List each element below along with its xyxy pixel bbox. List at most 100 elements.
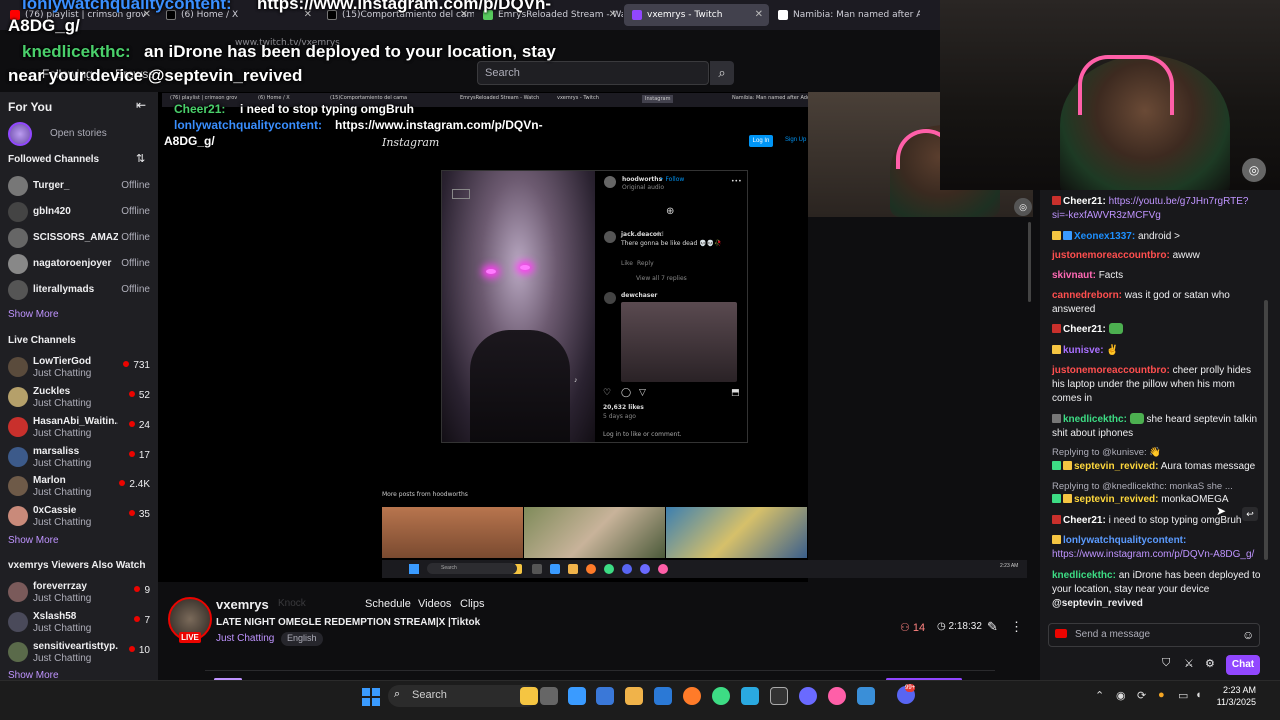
viewer-count: ⚇ 14 — [900, 622, 926, 634]
app-tray-icon[interactable]: ⟳ — [1137, 689, 1146, 702]
taskbar-search[interactable]: Search — [388, 685, 538, 707]
avatar — [8, 176, 28, 196]
badge-icon — [1052, 515, 1061, 524]
badge-icon — [1052, 414, 1061, 423]
chat-message: justonemoreaccountbro: awww — [1052, 250, 1200, 261]
pepe-emote-icon — [1129, 413, 1144, 424]
close-icon[interactable]: ✕ — [755, 9, 763, 20]
open-stories-link[interactable]: Open stories — [50, 128, 107, 139]
sort-icon[interactable]: ⇅ — [136, 152, 145, 165]
search-input[interactable]: Search — [477, 61, 709, 85]
avatar — [604, 292, 616, 304]
stream-overlay-text: A8DG_g/ — [8, 16, 80, 35]
stories-avatar[interactable] — [8, 122, 32, 146]
scrollbar[interactable] — [1028, 222, 1031, 302]
sidebar-channel[interactable]: gbln420 Offline — [0, 199, 158, 225]
sidebar-channel[interactable]: 0xCassie Just Chatting 35 — [0, 503, 158, 529]
stream-tag[interactable]: English — [281, 632, 323, 646]
more-options-icon[interactable]: ⋮ — [1010, 619, 1023, 635]
stream-category[interactable]: Just Chatting — [216, 633, 274, 644]
collapse-sidebar-icon[interactable]: ⇤ — [136, 98, 146, 112]
sidebar-channel[interactable]: sensitiveartisttyp... Just Chatting 10 — [0, 639, 158, 665]
folder-icon[interactable] — [625, 687, 643, 705]
ig-login-button: Log In — [749, 135, 773, 147]
camera-icon[interactable] — [1055, 629, 1067, 638]
sidebar-channel[interactable]: Turger_ Offline — [0, 173, 158, 199]
task-view-icon[interactable] — [540, 687, 558, 705]
sidebar-channel[interactable]: SCISSORS_AMAZ...Offline — [0, 225, 158, 251]
clock-icon: ◷ — [937, 621, 949, 632]
tab-videos[interactable]: Videos — [418, 598, 451, 610]
app-icon[interactable] — [712, 687, 730, 705]
app-icon[interactable] — [857, 687, 875, 705]
reply-icon[interactable]: ↩ — [1242, 507, 1258, 521]
avatar — [8, 642, 28, 662]
sidebar-channel[interactable]: Marlon Just Chatting 2.4K — [0, 473, 158, 499]
app-icon[interactable] — [828, 687, 846, 705]
live-dot-icon — [128, 510, 135, 516]
copilot-icon[interactable] — [568, 687, 586, 705]
sidebar-channel[interactable]: HasanAbi_Waitin... Just Chatting 24 — [0, 414, 158, 440]
sidebar-channel[interactable]: nagatoroenjoyer Offline — [0, 251, 158, 277]
steam-icon[interactable] — [770, 687, 788, 705]
telegram-icon[interactable] — [741, 687, 759, 705]
close-icon[interactable]: ✕ — [609, 9, 617, 20]
sidebar-channel[interactable]: LowTierGod Just Chatting 731 — [0, 354, 158, 380]
chat-message: skivnaut: Facts — [1052, 270, 1124, 281]
twitch-icon — [632, 10, 642, 20]
windows-start-icon[interactable] — [362, 688, 380, 706]
browser-tab-active[interactable]: vxemrys - Twitch ✕ — [624, 4, 769, 26]
sidebar-channel[interactable]: literallymads Offline — [0, 277, 158, 303]
show-more-followed[interactable]: Show More — [8, 309, 59, 320]
browser-tab[interactable]: Namibia: Man named after Ado — [770, 4, 920, 26]
live-badge: LIVE — [179, 632, 201, 643]
widget-icon[interactable] — [520, 687, 538, 705]
sword-icon[interactable]: ⚔ — [1184, 657, 1194, 670]
emote-picker-icon[interactable]: ☺ — [1242, 628, 1254, 642]
tab-clips[interactable]: Clips — [460, 598, 484, 610]
more-post-thumb — [524, 507, 665, 558]
badge-icon — [1052, 196, 1061, 205]
stream-screen-search: Search — [427, 563, 517, 574]
app-icon[interactable] — [654, 687, 672, 705]
chat-scrollbar[interactable] — [1264, 300, 1268, 560]
news-icon — [778, 10, 788, 20]
channel-name[interactable]: vxemrys — [216, 597, 269, 612]
clock[interactable]: 2:23 AM 11/3/2025 — [1216, 684, 1256, 708]
avatar — [8, 228, 28, 248]
app-tray-icon[interactable]: ◉ — [1116, 689, 1126, 702]
uptime: ◷ 2:18:32 — [937, 621, 982, 632]
volume-icon[interactable]: ◖ — [1195, 689, 1202, 701]
calendar-icon[interactable] — [596, 687, 614, 705]
reel-icon — [452, 189, 470, 199]
chevron-up-icon[interactable]: ⌃ — [1095, 689, 1104, 702]
edit-icon[interactable]: ✎ — [987, 619, 998, 635]
microphone-icon[interactable]: ● — [1158, 689, 1165, 701]
sidebar-channel[interactable]: foreverrzay Just Chatting 9 — [0, 579, 158, 605]
stream-overlay-text: https://www.instagram.com/p/DQVn- — [335, 118, 543, 132]
sidebar-channel[interactable]: Zuckles Just Chatting 52 — [0, 384, 158, 410]
app-icon[interactable] — [799, 687, 817, 705]
app-icon — [568, 564, 578, 574]
stream-overlay-user: lonlywatchqualitycontent: — [174, 118, 323, 132]
show-more-live[interactable]: Show More — [8, 535, 59, 546]
firefox-icon[interactable] — [683, 687, 701, 705]
more-post-thumb — [666, 507, 807, 558]
shield-icon[interactable]: ⛉ — [1162, 657, 1170, 670]
avatar — [8, 476, 28, 496]
avatar — [8, 417, 28, 437]
instagram-logo: Instagram — [382, 136, 440, 149]
sidebar-channel[interactable]: Xslash58 Just Chatting 7 — [0, 609, 158, 635]
sidebar-channel[interactable]: marsaliss Just Chatting 17 — [0, 444, 158, 470]
webcam-control-icon[interactable]: ◎ — [1242, 158, 1266, 182]
chat-send-button[interactable]: Chat — [1226, 655, 1260, 675]
gear-icon[interactable]: ⚙ — [1205, 657, 1215, 670]
chat-input[interactable]: Send a message — [1048, 623, 1260, 647]
chat-reply-context: Replying to @kunisve: 👋 — [1052, 447, 1162, 458]
network-icon[interactable]: ▭ — [1178, 689, 1188, 702]
tab-schedule[interactable]: Schedule — [365, 598, 411, 610]
search-icon[interactable]: ⌕ — [710, 61, 734, 85]
badge-icon — [1063, 494, 1072, 503]
knock-button[interactable]: Knock — [278, 598, 306, 609]
webcam-control-icon[interactable]: ◎ — [1014, 198, 1032, 216]
